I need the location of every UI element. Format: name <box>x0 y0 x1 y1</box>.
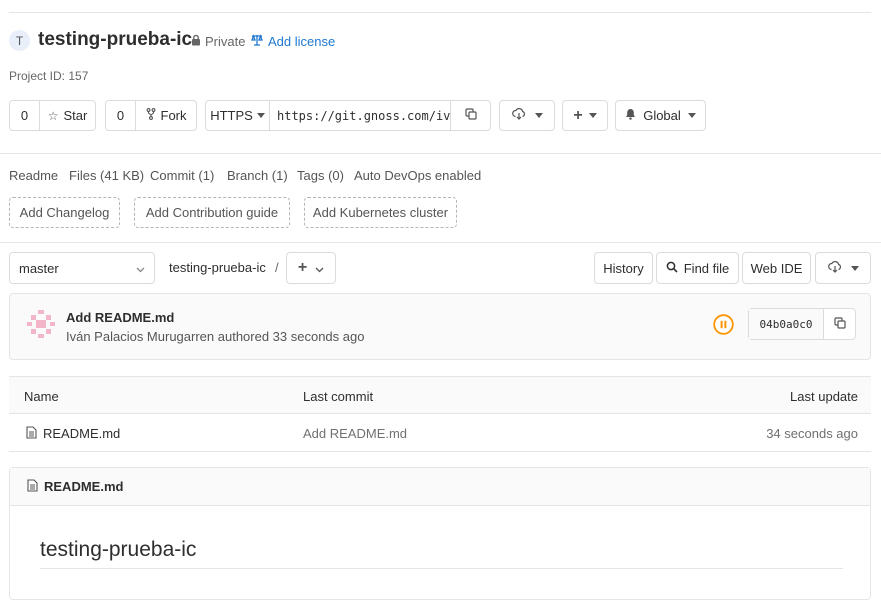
add-dropdown[interactable]: + <box>562 100 608 131</box>
readme-heading-rule <box>40 568 843 569</box>
clone-url-input[interactable]: https://git.gnoss.com/ivan.palacios/test… <box>270 101 451 130</box>
chevron-down-icon <box>256 113 265 118</box>
copy-icon <box>833 316 846 332</box>
protocol-label: HTTPS <box>210 108 253 123</box>
table-row[interactable]: README.md Add README.md 34 seconds ago <box>9 414 871 452</box>
last-commit-panel: Add README.md Iván Palacios Murugarren a… <box>9 293 871 360</box>
readme-panel: README.md testing-prueba-ic <box>9 467 871 600</box>
clone-group: HTTPS https://git.gnoss.com/ivan.palacio… <box>205 100 491 131</box>
chevron-down-icon <box>136 261 145 276</box>
stat-files[interactable]: Files (41 KB) <box>69 168 144 183</box>
copy-sha-button[interactable] <box>824 309 855 339</box>
header-name: Name <box>24 389 59 404</box>
star-button-group: 0 ☆ Star <box>9 100 96 131</box>
breadcrumb-separator: / <box>275 260 279 275</box>
stat-commit[interactable]: Commit (1) <box>150 168 214 183</box>
web-ide-button[interactable]: Web IDE <box>742 252 811 284</box>
copy-url-button[interactable] <box>451 101 490 130</box>
add-contribution-button[interactable]: Add Contribution guide <box>134 197 290 228</box>
visibility-label: Private <box>205 34 246 49</box>
search-icon <box>666 261 678 276</box>
stats-divider <box>0 242 881 243</box>
chevron-down-icon <box>588 113 597 118</box>
find-file-button[interactable]: Find file <box>656 252 739 284</box>
fork-count[interactable]: 0 <box>106 101 136 130</box>
star-button[interactable]: ☆ Star <box>40 101 95 130</box>
file-last-update: 34 seconds ago <box>766 426 858 441</box>
tree-download-dropdown[interactable] <box>815 252 871 284</box>
fork-button-group: 0 Fork <box>105 100 197 131</box>
bell-icon <box>625 108 636 123</box>
fork-label: Fork <box>160 108 187 123</box>
header-divider <box>0 153 881 154</box>
header-last-commit: Last commit <box>303 389 374 404</box>
file-name-link[interactable]: README.md <box>43 426 120 441</box>
branch-selector[interactable]: master <box>9 252 155 284</box>
file-icon <box>27 478 38 495</box>
commit-sha[interactable]: 04b0a0c0 <box>749 309 824 339</box>
commit-title-link[interactable]: Add README.md <box>66 310 174 325</box>
chevron-down-icon <box>315 261 324 276</box>
history-label: History <box>603 260 644 276</box>
fork-icon <box>146 108 156 123</box>
visibility-badge: Private <box>191 34 245 49</box>
plus-icon: + <box>297 259 308 276</box>
add-to-tree-dropdown[interactable]: + <box>286 252 336 284</box>
breadcrumb-root[interactable]: testing-prueba-ic <box>169 260 266 275</box>
clone-url-text: https://git.gnoss.com/ivan.palacios/test… <box>277 108 451 123</box>
file-last-commit-link[interactable]: Add README.md <box>303 426 407 441</box>
star-icon: ☆ <box>47 108 59 123</box>
table-header: Name Last commit Last update <box>9 376 871 414</box>
plus-icon: + <box>573 106 583 124</box>
stat-tags[interactable]: Tags (0) <box>297 168 344 183</box>
star-count[interactable]: 0 <box>10 101 40 130</box>
commit-author-line: Iván Palacios Murugarren authored 33 sec… <box>66 329 365 344</box>
add-kubernetes-button[interactable]: Add Kubernetes cluster <box>304 197 457 228</box>
star-label: Star <box>63 108 88 123</box>
readme-heading: testing-prueba-ic <box>40 538 197 561</box>
readme-header: README.md <box>10 468 870 506</box>
stat-readme[interactable]: Readme <box>9 168 58 183</box>
notification-dropdown[interactable]: Global <box>615 100 706 131</box>
download-icon <box>511 108 526 123</box>
author-avatar[interactable] <box>26 309 56 339</box>
pipeline-status-icon[interactable] <box>713 314 734 335</box>
project-id: Project ID: 157 <box>9 69 89 83</box>
notification-label: Global <box>643 108 681 123</box>
top-divider <box>9 12 871 13</box>
history-button[interactable]: History <box>594 252 653 284</box>
scale-icon <box>251 34 263 49</box>
add-changelog-button[interactable]: Add Changelog <box>9 197 120 228</box>
download-dropdown[interactable] <box>499 100 555 131</box>
protocol-dropdown[interactable]: HTTPS <box>206 101 270 130</box>
stat-autodevops[interactable]: Auto DevOps enabled <box>354 168 481 183</box>
add-license-label: Add license <box>268 34 336 49</box>
chevron-down-icon <box>687 113 696 118</box>
stat-branch[interactable]: Branch (1) <box>227 168 288 183</box>
project-avatar[interactable]: T <box>9 30 30 51</box>
file-table: Name Last commit Last update README.md A… <box>9 376 871 453</box>
copy-icon <box>464 108 477 123</box>
project-title[interactable]: testing-prueba-ic <box>38 29 192 51</box>
commit-sha-group: 04b0a0c0 <box>748 308 856 340</box>
web-ide-label: Web IDE <box>750 260 803 276</box>
chevron-down-icon <box>850 265 859 271</box>
readme-file-name: README.md <box>44 479 124 494</box>
find-file-label: Find file <box>683 260 730 276</box>
download-icon <box>827 260 842 276</box>
file-icon <box>26 426 37 442</box>
lock-icon <box>191 34 201 49</box>
fork-button[interactable]: Fork <box>136 101 196 130</box>
branch-label: master <box>19 260 59 276</box>
header-last-update: Last update <box>790 389 858 404</box>
chevron-down-icon <box>534 113 543 118</box>
add-license-link[interactable]: Add license <box>251 34 335 49</box>
